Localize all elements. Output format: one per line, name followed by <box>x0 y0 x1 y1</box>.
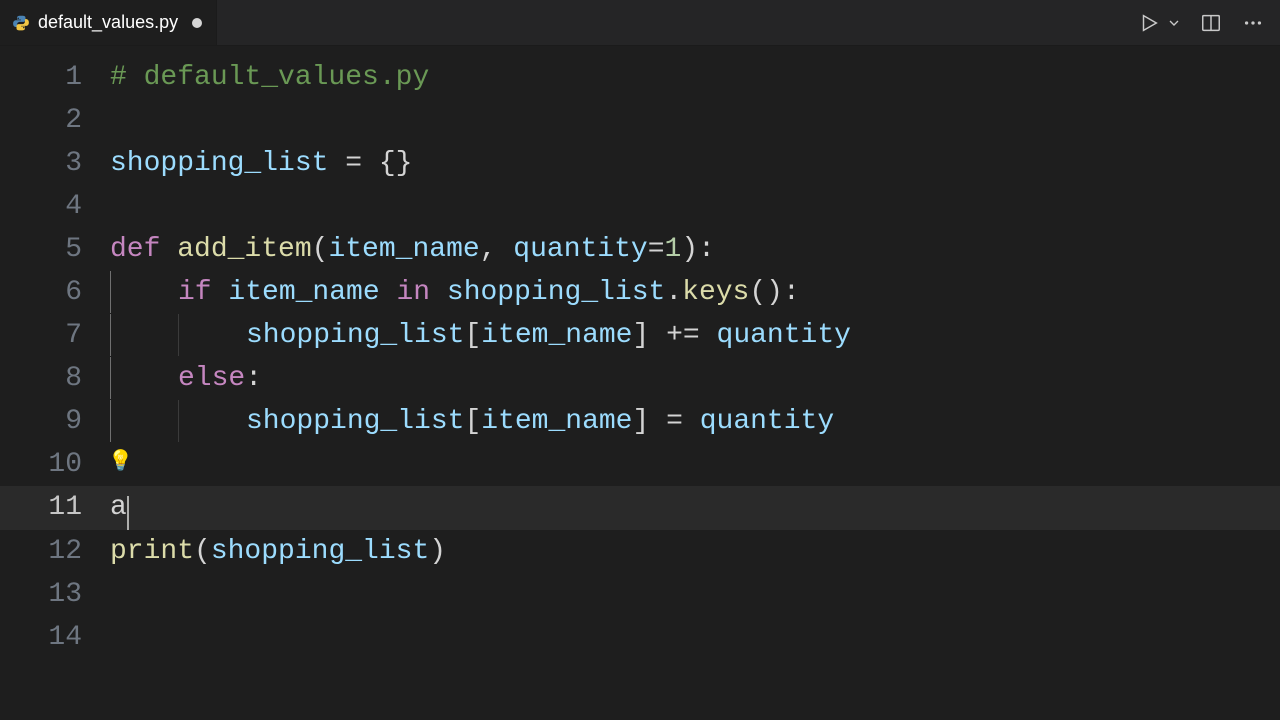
split-editor-icon[interactable] <box>1198 10 1224 36</box>
code-line[interactable]: 3shopping_list = {} <box>0 142 1280 185</box>
line-number: 13 <box>0 573 110 616</box>
line-number: 4 <box>0 185 110 228</box>
code-line[interactable]: 8else: <box>0 357 1280 400</box>
code-line[interactable]: 7shopping_list[item_name] += quantity <box>0 314 1280 357</box>
dirty-indicator-icon <box>192 18 202 28</box>
line-number: 6 <box>0 271 110 314</box>
line-number: 7 <box>0 314 110 357</box>
editor-titlebar-actions <box>1136 0 1266 45</box>
code-editor[interactable]: 1# default_values.py23shopping_list = {}… <box>0 46 1280 659</box>
line-number: 3 <box>0 142 110 185</box>
line-number: 10💡 <box>0 443 110 486</box>
run-icon[interactable] <box>1136 10 1162 36</box>
tab-bar: default_values.py <box>0 0 1280 46</box>
code-line[interactable]: 10💡 <box>0 443 1280 486</box>
code-line[interactable]: 12print(shopping_list) <box>0 530 1280 573</box>
code-content[interactable]: if item_name in shopping_list.keys(): <box>110 271 1280 314</box>
code-line[interactable]: 2 <box>0 99 1280 142</box>
code-content[interactable]: print(shopping_list) <box>110 530 1280 573</box>
code-line[interactable]: 9shopping_list[item_name] = quantity <box>0 400 1280 443</box>
code-content[interactable]: shopping_list = {} <box>110 142 1280 185</box>
more-actions-icon[interactable] <box>1240 10 1266 36</box>
lightbulb-icon[interactable]: 💡 <box>108 440 133 483</box>
text-cursor <box>127 496 129 530</box>
line-number: 11 <box>0 486 110 529</box>
line-number: 14 <box>0 616 110 659</box>
run-dropdown-icon[interactable] <box>1166 10 1182 36</box>
line-number: 5 <box>0 228 110 271</box>
code-line[interactable]: 4 <box>0 185 1280 228</box>
code-line[interactable]: 11a <box>0 486 1280 530</box>
tab-filename: default_values.py <box>38 12 178 33</box>
line-number: 12 <box>0 530 110 573</box>
code-line[interactable]: 5def add_item(item_name, quantity=1): <box>0 228 1280 271</box>
line-number: 2 <box>0 99 110 142</box>
code-content[interactable]: else: <box>110 357 1280 400</box>
line-number: 9 <box>0 400 110 443</box>
code-line[interactable]: 13 <box>0 573 1280 616</box>
line-number: 1 <box>0 56 110 99</box>
code-content[interactable]: shopping_list[item_name] += quantity <box>110 314 1280 357</box>
code-content[interactable]: def add_item(item_name, quantity=1): <box>110 228 1280 271</box>
code-content[interactable]: # default_values.py <box>110 56 1280 99</box>
tab-default-values[interactable]: default_values.py <box>0 0 217 45</box>
code-line[interactable]: 1# default_values.py <box>0 56 1280 99</box>
code-line[interactable]: 6if item_name in shopping_list.keys(): <box>0 271 1280 314</box>
python-file-icon <box>12 14 30 32</box>
code-content[interactable]: shopping_list[item_name] = quantity <box>110 400 1280 443</box>
code-content[interactable]: a <box>110 486 1280 530</box>
line-number: 8 <box>0 357 110 400</box>
code-line[interactable]: 14 <box>0 616 1280 659</box>
